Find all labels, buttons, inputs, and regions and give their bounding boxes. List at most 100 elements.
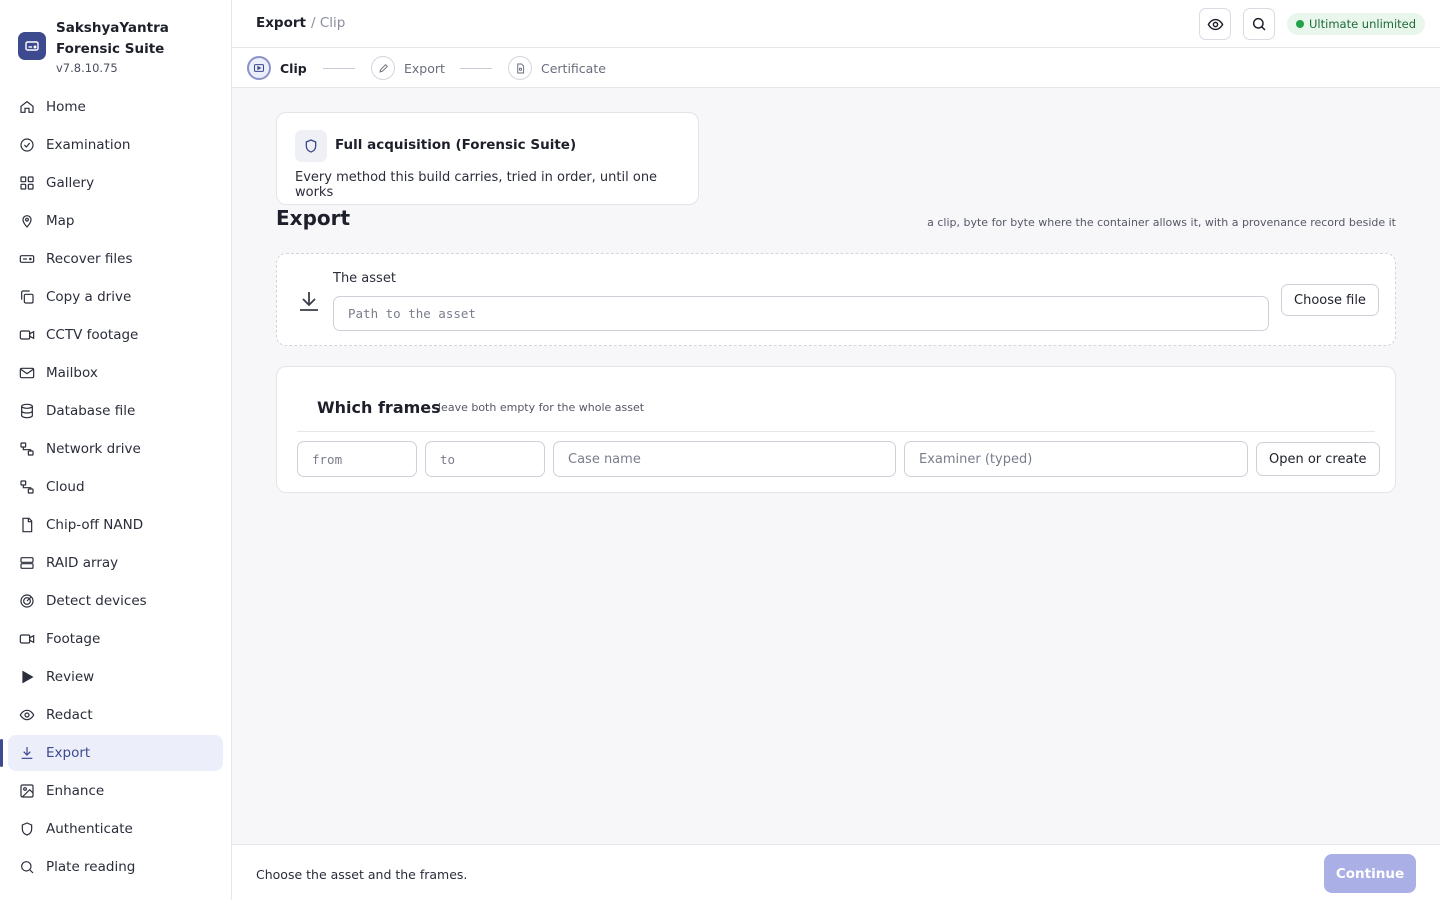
sidebar-item-chip-off-nand[interactable]: Chip-off NAND	[8, 507, 223, 543]
page-title: Export	[276, 206, 351, 230]
play-icon	[22, 670, 34, 684]
radar-icon	[20, 594, 34, 608]
download-icon	[21, 747, 33, 759]
app-name: SakshyaYantra Forensic Suite	[56, 20, 169, 57]
top-bar: Export / Clip Ultimate unlimited	[232, 0, 1440, 48]
sidebar-item-database-file[interactable]: Database file	[8, 393, 223, 429]
sidebar-item-label: Copy a drive	[46, 289, 132, 305]
sidebar-item-label: Gallery	[46, 175, 95, 191]
app-logo-icon	[18, 32, 46, 60]
copy-icon	[21, 290, 34, 304]
sidebar-item-label: Chip-off NAND	[46, 517, 144, 533]
step-export[interactable]: Export	[371, 56, 445, 80]
sidebar-item-label: Database file	[46, 403, 136, 419]
footer-status: Choose the asset and the frames.	[256, 867, 468, 882]
server-icon	[20, 557, 34, 569]
search-button[interactable]	[1243, 8, 1275, 40]
sidebar-item-examination[interactable]: Examination	[8, 127, 223, 163]
sidebar-item-mailbox[interactable]: Mailbox	[8, 355, 223, 391]
sidebar-item-raid-array[interactable]: RAID array	[8, 545, 223, 581]
acquisition-method-card[interactable]: Full acquisition (Forensic Suite) Every …	[276, 112, 699, 205]
database-icon	[21, 403, 33, 419]
footer-bar: Choose the asset and the frames. Continu…	[232, 844, 1440, 900]
step-certificate-label: Certificate	[541, 60, 606, 76]
sidebar-nav: Home Examination Gallery Map Recover files Co…	[0, 89, 223, 887]
method-title: Full acquisition (Forensic Suite)	[335, 137, 577, 153]
choose-file-button[interactable]: Choose file	[1281, 284, 1379, 316]
sidebar-item-label: RAID array	[46, 555, 119, 571]
sidebar-item-footage[interactable]: Footage	[8, 621, 223, 657]
step-export-label: Export	[404, 60, 445, 76]
frames-panel: Which frames leave both empty for the wh…	[276, 366, 1396, 493]
cloud-network-icon	[20, 480, 34, 494]
grid-icon	[20, 176, 34, 190]
sidebar-item-label: Review	[46, 669, 95, 685]
eye-icon	[1207, 18, 1223, 30]
step-connector	[460, 68, 492, 69]
sidebar-item-plate-reading[interactable]: Plate reading	[8, 849, 223, 885]
sidebar-item-home[interactable]: Home	[8, 89, 223, 125]
sidebar-item-label: Redact	[46, 707, 93, 723]
sidebar-item-review[interactable]: Review	[8, 659, 223, 695]
frame-to-input[interactable]	[425, 441, 545, 477]
sidebar-item-label: Map	[46, 213, 75, 229]
clip-icon	[247, 56, 271, 80]
document-icon	[508, 56, 532, 80]
app-version: v7.8.10.75	[56, 61, 118, 75]
method-description: Every method this build carries, tried i…	[295, 170, 658, 200]
sidebar-item-detect-devices[interactable]: Detect devices	[8, 583, 223, 619]
sidebar-item-cloud[interactable]: Cloud	[8, 469, 223, 505]
search-icon	[1252, 17, 1266, 31]
case-name-input[interactable]	[553, 441, 896, 477]
home-icon	[20, 100, 34, 113]
sidebar-item-label: Cloud	[46, 479, 85, 495]
examiner-input[interactable]	[904, 441, 1248, 477]
sidebar-item-gallery[interactable]: Gallery	[8, 165, 223, 201]
shield-icon	[21, 822, 33, 836]
step-connector	[323, 68, 355, 69]
video-icon	[19, 330, 35, 340]
hard-drive-icon	[19, 255, 35, 263]
step-clip[interactable]: Clip	[247, 56, 307, 80]
frames-title: Which frames	[317, 398, 441, 417]
sidebar-item-cctv-footage[interactable]: CCTV footage	[8, 317, 223, 353]
sidebar-item-map[interactable]: Map	[8, 203, 223, 239]
breadcrumb-export[interactable]: Export	[256, 15, 306, 31]
image-icon	[20, 784, 34, 798]
file-icon	[22, 517, 33, 533]
sidebar-item-copy-a-drive[interactable]: Copy a drive	[8, 279, 223, 315]
sidebar: SakshyaYantra Forensic Suite v7.8.10.75 …	[0, 0, 232, 900]
sidebar-item-label: Mailbox	[46, 365, 98, 381]
check-circle-icon	[20, 138, 34, 152]
step-certificate[interactable]: Certificate	[508, 56, 606, 80]
sidebar-item-label: Recover files	[46, 251, 133, 267]
sidebar-item-redact[interactable]: Redact	[8, 697, 223, 733]
open-or-create-button[interactable]: Open or create	[1256, 442, 1380, 476]
page-subtitle: a clip, byte for byte where the containe…	[927, 216, 1396, 229]
divider	[297, 431, 1375, 432]
preview-button[interactable]	[1199, 8, 1231, 40]
frames-hint: leave both empty for the whole asset	[438, 401, 645, 414]
sidebar-item-label: CCTV footage	[46, 327, 139, 343]
sidebar-item-label: Home	[46, 99, 86, 115]
sidebar-item-export[interactable]: Export	[0, 735, 223, 771]
sidebar-item-network-drive[interactable]: Network drive	[8, 431, 223, 467]
asset-drop-zone[interactable]: The asset Choose file	[276, 253, 1396, 346]
sidebar-item-label: Enhance	[46, 783, 105, 799]
search-icon	[21, 861, 34, 874]
sidebar-item-authenticate[interactable]: Authenticate	[8, 811, 223, 847]
license-badge: Ultimate unlimited	[1287, 13, 1426, 35]
sidebar-item-label: Authenticate	[46, 821, 133, 837]
sidebar-item-label: Detect devices	[46, 593, 147, 609]
sidebar-item-recover-files[interactable]: Recover files	[8, 241, 223, 277]
asset-label: The asset	[333, 271, 396, 286]
sidebar-item-enhance[interactable]: Enhance	[8, 773, 223, 809]
network-icon	[20, 442, 34, 456]
continue-button[interactable]: Continue	[1324, 854, 1416, 893]
sidebar-item-label: Examination	[46, 137, 131, 153]
asset-path-input[interactable]	[333, 296, 1269, 331]
sidebar-item-label: Plate reading	[46, 859, 136, 875]
frame-from-input[interactable]	[297, 441, 417, 477]
mail-icon	[19, 367, 35, 379]
sidebar-item-label: Export	[46, 745, 91, 761]
